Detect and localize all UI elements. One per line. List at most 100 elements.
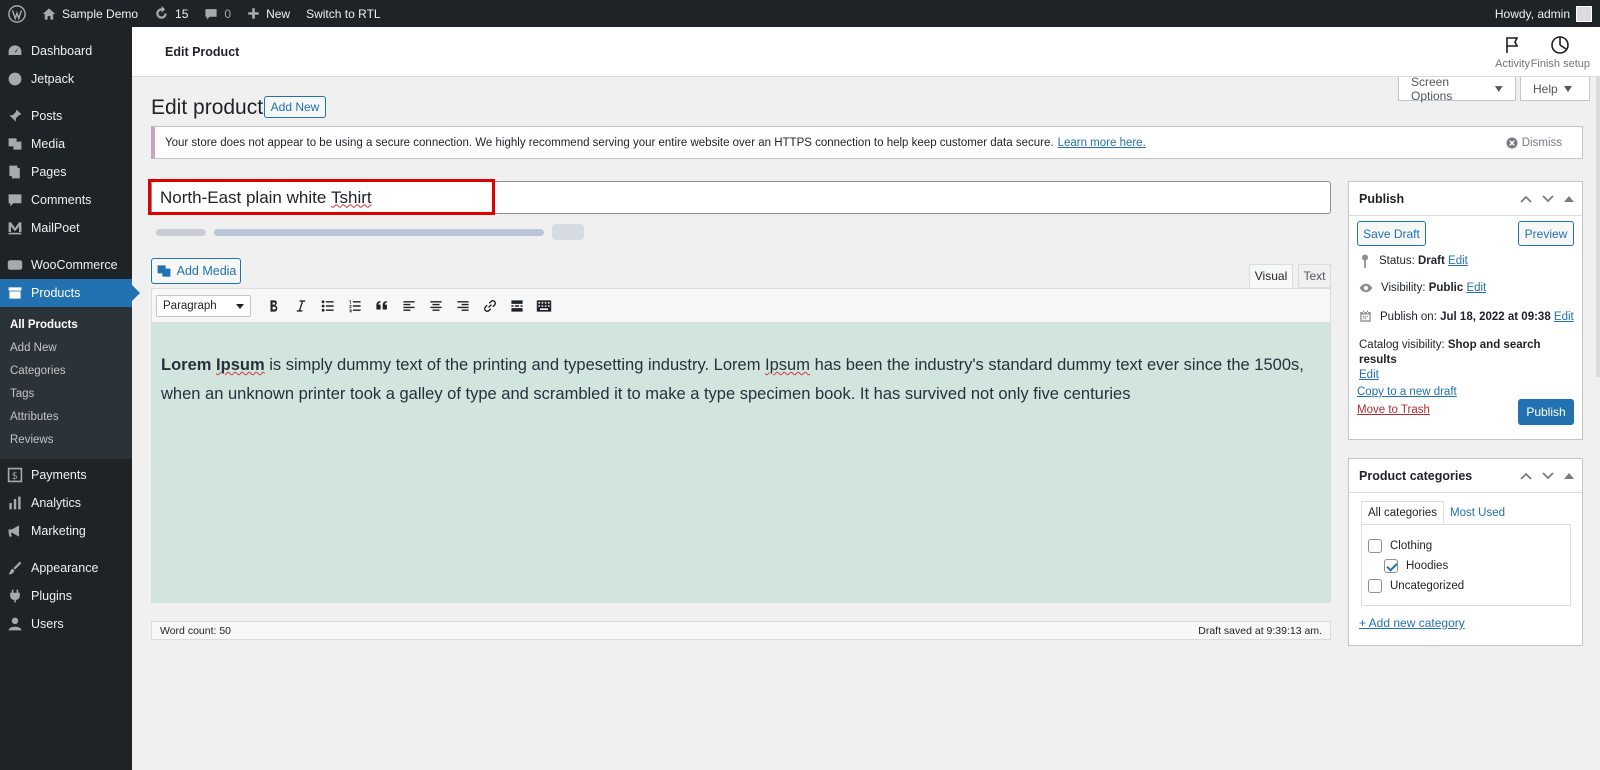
checkbox-checked[interactable] bbox=[1384, 559, 1398, 573]
comments-icon bbox=[8, 194, 22, 207]
checkbox[interactable] bbox=[1368, 539, 1382, 553]
category-item-clothing[interactable]: Clothing bbox=[1368, 539, 1432, 553]
checkbox[interactable] bbox=[1368, 579, 1382, 593]
chevron-down-icon[interactable] bbox=[1542, 195, 1554, 203]
comments-link[interactable]: 0 bbox=[196, 0, 239, 27]
sidebar-item-media[interactable]: Media bbox=[0, 130, 132, 158]
finish-setup-button[interactable]: Finish setup bbox=[1531, 35, 1590, 70]
sidebar-item-pages[interactable]: Pages bbox=[0, 158, 132, 186]
tab-text[interactable]: Text bbox=[1298, 264, 1331, 288]
align-center-icon bbox=[430, 300, 442, 311]
publish-button[interactable]: Publish bbox=[1518, 399, 1574, 425]
switch-rtl-link[interactable]: Switch to RTL bbox=[298, 0, 388, 27]
submenu-tags[interactable]: Tags bbox=[0, 383, 132, 406]
submenu-attributes[interactable]: Attributes bbox=[0, 406, 132, 429]
categories-box-header: Product categories bbox=[1349, 459, 1582, 493]
updates-link[interactable]: 15 bbox=[146, 0, 196, 27]
sidebar-item-plugins[interactable]: Plugins bbox=[0, 582, 132, 610]
sidebar-item-marketing[interactable]: Marketing bbox=[0, 517, 132, 545]
toggle-panel-icon[interactable] bbox=[1564, 195, 1574, 203]
edit-status-link[interactable]: Edit bbox=[1448, 255, 1468, 267]
add-new-category-link[interactable]: + Add new category bbox=[1359, 616, 1465, 630]
comments-count: 0 bbox=[224, 6, 232, 21]
toolbar-toggle-button[interactable] bbox=[533, 295, 555, 317]
copy-to-draft-link[interactable]: Copy to a new draft bbox=[1357, 386, 1457, 398]
sidebar-item-payments[interactable]: $ Payments bbox=[0, 461, 132, 489]
add-media-button[interactable]: Add Media bbox=[151, 258, 241, 284]
activity-button[interactable]: Activity bbox=[1495, 35, 1530, 70]
sidebar-label: Analytics bbox=[31, 496, 82, 510]
category-checklist: Clothing Hoodies Uncategorized bbox=[1361, 524, 1571, 606]
word-count: Word count: 50 bbox=[160, 624, 232, 637]
sidebar-label: Dashboard bbox=[31, 44, 93, 58]
format-select[interactable]: Paragraph bbox=[156, 294, 251, 317]
insert-link-button[interactable] bbox=[479, 295, 501, 317]
bulleted-list-button[interactable] bbox=[317, 295, 339, 317]
wordpress-logo-button[interactable] bbox=[0, 0, 34, 27]
product-title-input[interactable]: North-East plain white Tshirt bbox=[151, 181, 1331, 214]
editor-paragraph: Lorem Ipsum is simply dummy text of the … bbox=[161, 351, 1322, 409]
sidebar-label: Jetpack bbox=[31, 72, 75, 86]
move-to-trash-link[interactable]: Move to Trash bbox=[1357, 404, 1430, 416]
align-right-button[interactable] bbox=[452, 295, 474, 317]
media-icon bbox=[8, 138, 22, 150]
submenu-reviews[interactable]: Reviews bbox=[0, 429, 132, 452]
greeting: Howdy, admin bbox=[1494, 6, 1570, 21]
dismiss-button[interactable]: Dismiss bbox=[1506, 137, 1562, 149]
sidebar-item-analytics[interactable]: Analytics bbox=[0, 489, 132, 517]
edit-catalog-link[interactable]: Edit bbox=[1359, 369, 1379, 381]
align-left-button[interactable] bbox=[398, 295, 420, 317]
sidebar-item-dashboard[interactable]: Dashboard bbox=[0, 37, 132, 65]
product-categories-box: Product categories All categories Most U… bbox=[1348, 458, 1583, 646]
sidebar-item-mailpoet[interactable]: MailPoet bbox=[0, 214, 132, 242]
new-content-link[interactable]: New bbox=[239, 0, 298, 27]
blockquote-button[interactable] bbox=[371, 295, 393, 317]
read-more-button[interactable] bbox=[506, 295, 528, 317]
submenu-add-new[interactable]: Add New bbox=[0, 337, 132, 360]
bold-icon bbox=[270, 299, 278, 312]
page-scrollbar[interactable] bbox=[1596, 77, 1600, 377]
edit-date-link[interactable]: Edit bbox=[1554, 311, 1574, 323]
chevron-up-icon[interactable] bbox=[1520, 195, 1532, 203]
tab-most-used[interactable]: Most Used bbox=[1444, 501, 1511, 525]
sidebar-item-products[interactable]: Products bbox=[0, 279, 140, 307]
tab-visual[interactable]: Visual bbox=[1249, 264, 1293, 288]
sidebar-item-users[interactable]: Users bbox=[0, 610, 132, 638]
learn-more-link[interactable]: Learn more here. bbox=[1058, 137, 1146, 149]
numbered-list-button[interactable] bbox=[344, 295, 366, 317]
submenu-all-products[interactable]: All Products bbox=[0, 314, 132, 337]
tab-all-categories[interactable]: All categories bbox=[1361, 501, 1445, 525]
save-draft-button[interactable]: Save Draft bbox=[1357, 221, 1426, 246]
visibility-row: Visibility: Public Edit bbox=[1359, 282, 1486, 294]
submenu-categories[interactable]: Categories bbox=[0, 360, 132, 383]
edit-visibility-link[interactable]: Edit bbox=[1466, 282, 1486, 294]
format-value: Paragraph bbox=[163, 299, 217, 312]
screen-options-button[interactable]: Screen Options bbox=[1398, 75, 1516, 103]
sidebar-item-posts[interactable]: Posts bbox=[0, 102, 132, 130]
sidebar-item-woocommerce[interactable]: WooCommerce bbox=[0, 251, 132, 279]
permalink-edit-blurred[interactable] bbox=[552, 224, 584, 240]
chevron-down-icon[interactable] bbox=[1542, 472, 1554, 480]
chevron-up-icon[interactable] bbox=[1520, 472, 1532, 480]
woocommerce-icon bbox=[7, 260, 23, 270]
bold-button[interactable] bbox=[263, 295, 285, 317]
italic-button[interactable] bbox=[290, 295, 312, 317]
sidebar-item-appearance[interactable]: Appearance bbox=[0, 554, 132, 582]
help-button[interactable]: Help bbox=[1520, 77, 1590, 101]
https-notice: Your store does not appear to be using a… bbox=[151, 126, 1583, 159]
editor-content[interactable]: Lorem Ipsum is simply dummy text of the … bbox=[151, 323, 1331, 603]
my-account-link[interactable]: Howdy, admin bbox=[1494, 5, 1600, 22]
toggle-panel-icon[interactable] bbox=[1564, 472, 1574, 480]
category-item-hoodies[interactable]: Hoodies bbox=[1384, 559, 1448, 573]
preview-button[interactable]: Preview bbox=[1518, 221, 1574, 246]
permalink-url-blurred[interactable] bbox=[214, 228, 544, 236]
add-new-button[interactable]: Add New bbox=[264, 96, 326, 118]
sidebar-item-comments[interactable]: Comments bbox=[0, 186, 132, 214]
comment-icon bbox=[205, 8, 217, 20]
sidebar-item-jetpack[interactable]: Jetpack bbox=[0, 65, 132, 93]
category-item-uncategorized[interactable]: Uncategorized bbox=[1368, 579, 1464, 593]
help-label: Help bbox=[1533, 81, 1558, 96]
site-name-link[interactable]: Sample Demo bbox=[34, 0, 146, 27]
align-center-button[interactable] bbox=[425, 295, 447, 317]
tab-most-used-label: Most Used bbox=[1450, 507, 1506, 519]
